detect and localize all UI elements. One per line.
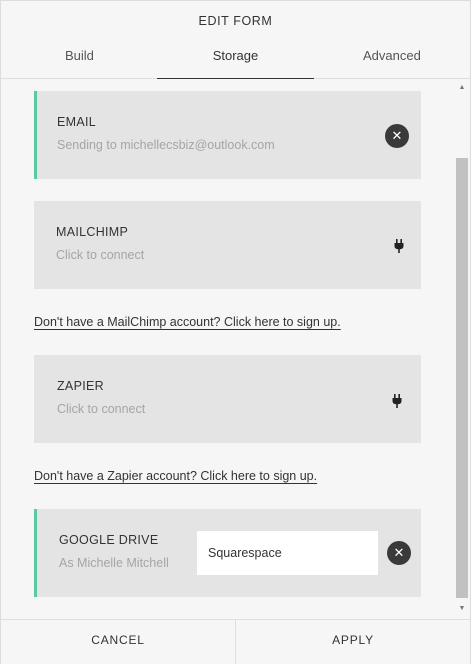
remove-google-drive-button[interactable]: ✕ (387, 541, 411, 565)
cancel-button[interactable]: CANCEL (1, 620, 236, 664)
storage-list: EMAIL Sending to michellecsbiz@outlook.c… (1, 80, 470, 619)
edit-form-panel: EDIT FORM Build Storage Advanced EMAIL S… (0, 0, 471, 664)
email-storage-card[interactable]: EMAIL Sending to michellecsbiz@outlook.c… (34, 91, 421, 179)
zapier-signup-link[interactable]: Don't have a Zapier account? Click here … (34, 469, 317, 483)
google-drive-card-subtitle: As Michelle Mitchell (59, 556, 169, 570)
scrollbar-thumb[interactable] (456, 158, 468, 598)
tab-build[interactable]: Build (65, 48, 94, 63)
zapier-card-subtitle: Click to connect (57, 402, 146, 416)
plug-icon[interactable] (392, 394, 402, 408)
close-icon: ✕ (391, 128, 403, 143)
panel-title: EDIT FORM (198, 14, 273, 28)
mailchimp-signup-link[interactable]: Don't have a MailChimp account? Click he… (34, 315, 341, 329)
close-icon: ✕ (393, 545, 405, 560)
zapier-card-title: ZAPIER (57, 379, 104, 393)
mailchimp-card-title: MAILCHIMP (56, 225, 129, 239)
panel-header: EDIT FORM Build Storage Advanced (1, 1, 470, 79)
google-drive-card-title: GOOGLE DRIVE (59, 533, 159, 547)
remove-email-button[interactable]: ✕ (385, 124, 409, 148)
scroll-up-arrow-icon[interactable]: ▲ (455, 83, 469, 93)
email-card-title: EMAIL (57, 115, 97, 129)
tab-advanced[interactable]: Advanced (363, 48, 421, 63)
mailchimp-storage-card[interactable]: MAILCHIMP Click to connect (34, 201, 421, 289)
scroll-down-arrow-icon[interactable]: ▼ (455, 604, 469, 614)
zapier-storage-card[interactable]: ZAPIER Click to connect (34, 355, 421, 443)
plug-icon[interactable] (394, 239, 404, 253)
apply-button[interactable]: APPLY (236, 620, 470, 664)
panel-footer: CANCEL APPLY (1, 619, 470, 664)
vertical-scrollbar[interactable]: ▲ ▼ (455, 80, 469, 619)
tab-storage[interactable]: Storage (157, 48, 314, 79)
google-drive-folder-input[interactable] (197, 531, 378, 575)
google-drive-storage-card[interactable]: GOOGLE DRIVE As Michelle Mitchell ✕ (34, 509, 421, 597)
email-card-subtitle: Sending to michellecsbiz@outlook.com (57, 138, 275, 152)
mailchimp-card-subtitle: Click to connect (56, 248, 145, 262)
